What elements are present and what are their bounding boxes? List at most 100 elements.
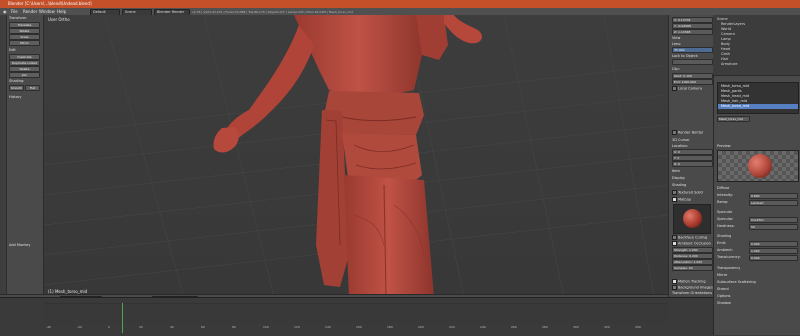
3d-viewport[interactable]: User Ortho (1) Mesh_torso_mid [44,15,668,297]
material-slot[interactable]: Mesh_pants [721,89,742,93]
outliner-item[interactable]: Lamp [721,37,731,41]
frame-tick: 0 [108,325,110,329]
backface-culling-checkbox[interactable]: Backface Culling [672,235,707,240]
frame-tick: 300 [573,325,579,329]
specular-field[interactable]: CookTorr [749,217,798,223]
join-button[interactable]: Join [9,72,40,78]
emit-field[interactable]: 0.000 [749,241,798,247]
view-section-header[interactable]: View [672,36,680,40]
outliner-item[interactable]: Cloth [721,52,730,56]
transform-orientations-header[interactable]: Transform Orientations [672,291,712,295]
checkbox-icon [672,86,677,91]
outliner-item[interactable]: Camera [721,32,735,36]
ao-samples-field[interactable]: Samples: 20 [672,265,713,271]
lens-label: Lens: [672,42,682,46]
display-section-header[interactable]: Display [672,176,685,180]
outliner-item[interactable]: Hair [721,57,728,61]
diffuse-section-header[interactable]: Diffuse [717,186,729,190]
frame-tick: 160 [356,325,362,329]
sss-section-header[interactable]: Subsurface Scattering [717,280,756,284]
location-z-field[interactable]: Z: 1.10348 [672,29,713,35]
mirror-button[interactable]: Mirror [9,40,40,46]
motion-tracking-checkbox[interactable]: Motion Tracking [672,279,706,284]
preview-section-header[interactable]: Preview [717,144,731,148]
shadow-section-header[interactable]: Shadow [717,301,731,305]
lock-to-object-label: Lock to Object: [672,54,699,58]
transparency-section-header[interactable]: Transparency [717,266,740,270]
smooth-button[interactable]: Smooth [9,85,24,91]
matcap-label: Matcap [678,197,691,202]
menu-help[interactable]: Help [57,9,66,14]
viewport-canvas[interactable]: User Ortho (1) Mesh_torso_mid [44,15,668,297]
background-images-label: Background Images [678,285,713,290]
menu-file[interactable]: File [11,9,18,14]
clip-end-field[interactable]: End: 1000.000 [672,79,713,85]
checkbox-checked-icon [672,241,677,246]
mirror-section-header[interactable]: Mirror [717,273,727,277]
3d-cursor-section-header[interactable]: 3D Cursor [672,138,690,142]
strand-section-header[interactable]: Strand [717,287,729,291]
material-slot[interactable]: Mesh_hair_mid [721,99,747,103]
textured-solid-checkbox[interactable]: Textured Solid [672,190,703,195]
blender-logo-icon[interactable]: ◉ [3,9,7,14]
outliner-item[interactable]: Scene [717,17,728,21]
cursor-z-field[interactable]: Z: 0 [672,161,713,167]
timeline-track[interactable] [44,303,668,324]
lock-object-field[interactable] [672,59,713,65]
frame-tick: 80 [232,325,236,329]
menu-window[interactable]: Window [39,9,55,14]
operator-panel-header[interactable]: Add Monkey [9,243,30,247]
ambient-occlusion-checkbox[interactable]: Ambient Occlusion [672,241,711,246]
frame-tick: -40 [46,325,51,329]
material-slot-selected[interactable]: Mesh_torso_mid [718,104,798,109]
options-section-header[interactable]: Options [717,294,731,298]
material-slot[interactable]: Mesh_head_mid [721,94,749,98]
ambient-occlusion-label: Ambient Occlusion [678,241,711,246]
outliner-item[interactable]: Armature [721,62,737,66]
edit-section-header[interactable]: Edit [9,48,16,52]
outliner-item[interactable]: RenderLayers [721,22,745,26]
ramp-field[interactable]: Lambert [749,200,798,206]
flat-button[interactable]: Flat [25,85,40,91]
translucency-field[interactable]: 0.000 [749,255,798,261]
frame-tick: 260 [511,325,517,329]
material-name-field[interactable]: Mesh_torso_mid [717,116,750,122]
lens-field[interactable]: 35.000 [672,47,713,53]
matcap-checkbox[interactable]: Matcap [672,197,691,202]
translucency-label: Translucency: [717,255,741,259]
outliner-item[interactable]: Body [721,42,730,46]
outliner-item[interactable]: World [721,27,731,31]
material-slot-list[interactable]: Mesh_torso_mid Mesh_pants Mesh_head_mid … [717,82,799,114]
frame-tick: 320 [604,325,610,329]
history-section-header[interactable]: History [9,95,21,99]
frame-tick: 220 [449,325,455,329]
specular-section-header[interactable]: Specular [717,210,732,214]
local-camera-checkbox[interactable]: Local Camera [672,86,702,91]
hardness-field[interactable]: 50 [749,224,798,230]
cursor-location-label: Location: [672,144,688,148]
shading-section-header[interactable]: Shading [672,183,686,187]
menu-render[interactable]: Render [23,9,37,14]
matcap-sphere-icon [683,209,702,228]
motion-tracking-label: Motion Tracking [678,279,706,284]
background-images-checkbox[interactable]: Background Images [672,285,713,290]
material-slot[interactable]: Mesh_torso_mid [721,84,749,88]
backface-culling-label: Backface Culling [678,235,708,240]
material-preview [717,150,799,182]
frame-tick: 60 [201,325,205,329]
timeline-editor[interactable]: -40 -20 0 20 40 60 80 100 120 140 160 18… [0,297,713,336]
matcap-preview[interactable] [673,204,711,234]
local-camera-label: Local Camera [678,86,702,91]
specular-label: Specular: [717,217,734,221]
item-section-header[interactable]: Item [672,169,680,173]
window-title: Blender [C:\Users\...\blend\Undead.blend… [8,1,92,6]
outliner-item[interactable]: Head [721,47,730,51]
material-properties: Mesh_torso_mid Mesh_pants Mesh_head_mid … [713,76,800,335]
outliner[interactable]: Scene RenderLayers World Camera Lamp Bod… [713,15,800,76]
transform-section-header[interactable]: Transform [9,16,26,20]
render-border-checkbox[interactable]: Render Border [672,130,703,135]
intensity-field[interactable]: 0.800 [749,193,798,199]
timeline-frame-ruler: -40 -20 0 20 40 60 80 100 120 140 160 18… [46,325,666,331]
shading-section-header[interactable]: Shading [717,234,731,238]
ambient-field[interactable]: 1.000 [749,248,798,254]
